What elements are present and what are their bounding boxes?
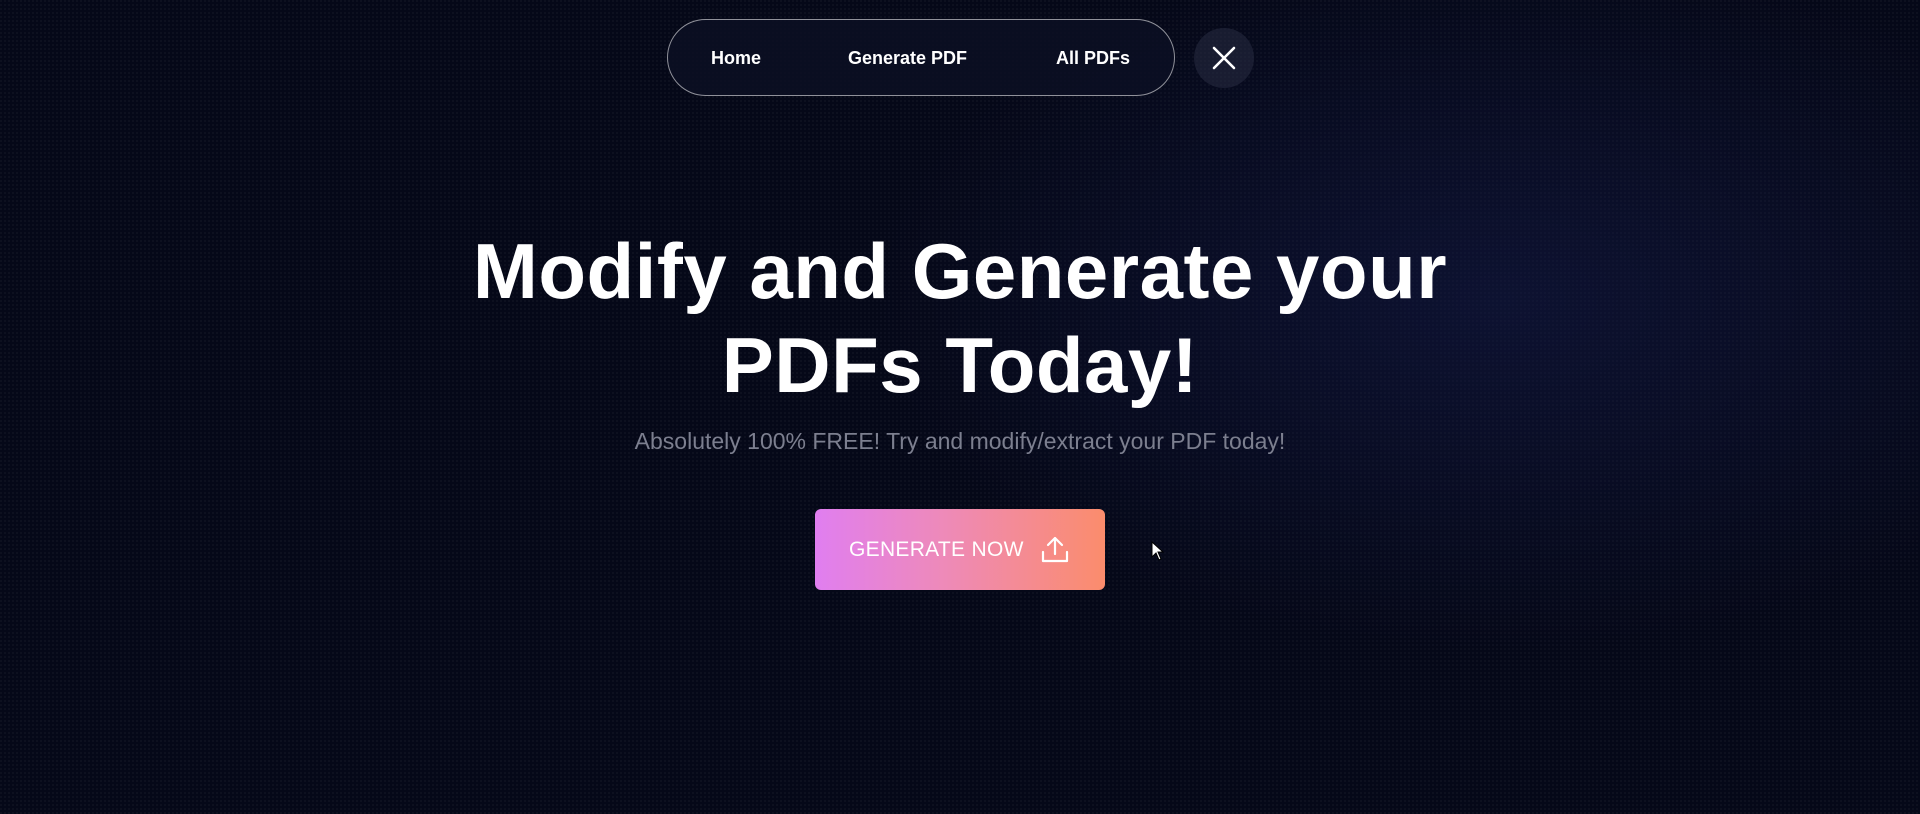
- top-nav: Home Generate PDF All PDFs: [667, 19, 1175, 96]
- hero-title-line-1: Modify and Generate your: [472, 227, 1448, 315]
- hero-title-line-2: PDFs Today!: [721, 321, 1199, 409]
- hero-title: Modify and Generate your PDFs Today!: [360, 224, 1560, 412]
- hero-subtitle: Absolutely 100% FREE! Try and modify/ext…: [634, 428, 1286, 454]
- nav-item-generate-pdf[interactable]: Generate PDF: [848, 20, 967, 97]
- nav-item-all-pdfs[interactable]: All PDFs: [1056, 20, 1130, 97]
- upload-icon: [1041, 536, 1069, 563]
- generate-now-label: GENERATE NOW: [849, 538, 1024, 561]
- close-menu-button[interactable]: [1194, 28, 1254, 88]
- generate-now-button[interactable]: GENERATE NOW: [815, 509, 1105, 590]
- nav-item-home[interactable]: Home: [711, 20, 761, 97]
- mouse-cursor-icon: [1151, 541, 1165, 561]
- close-icon: [1212, 46, 1236, 70]
